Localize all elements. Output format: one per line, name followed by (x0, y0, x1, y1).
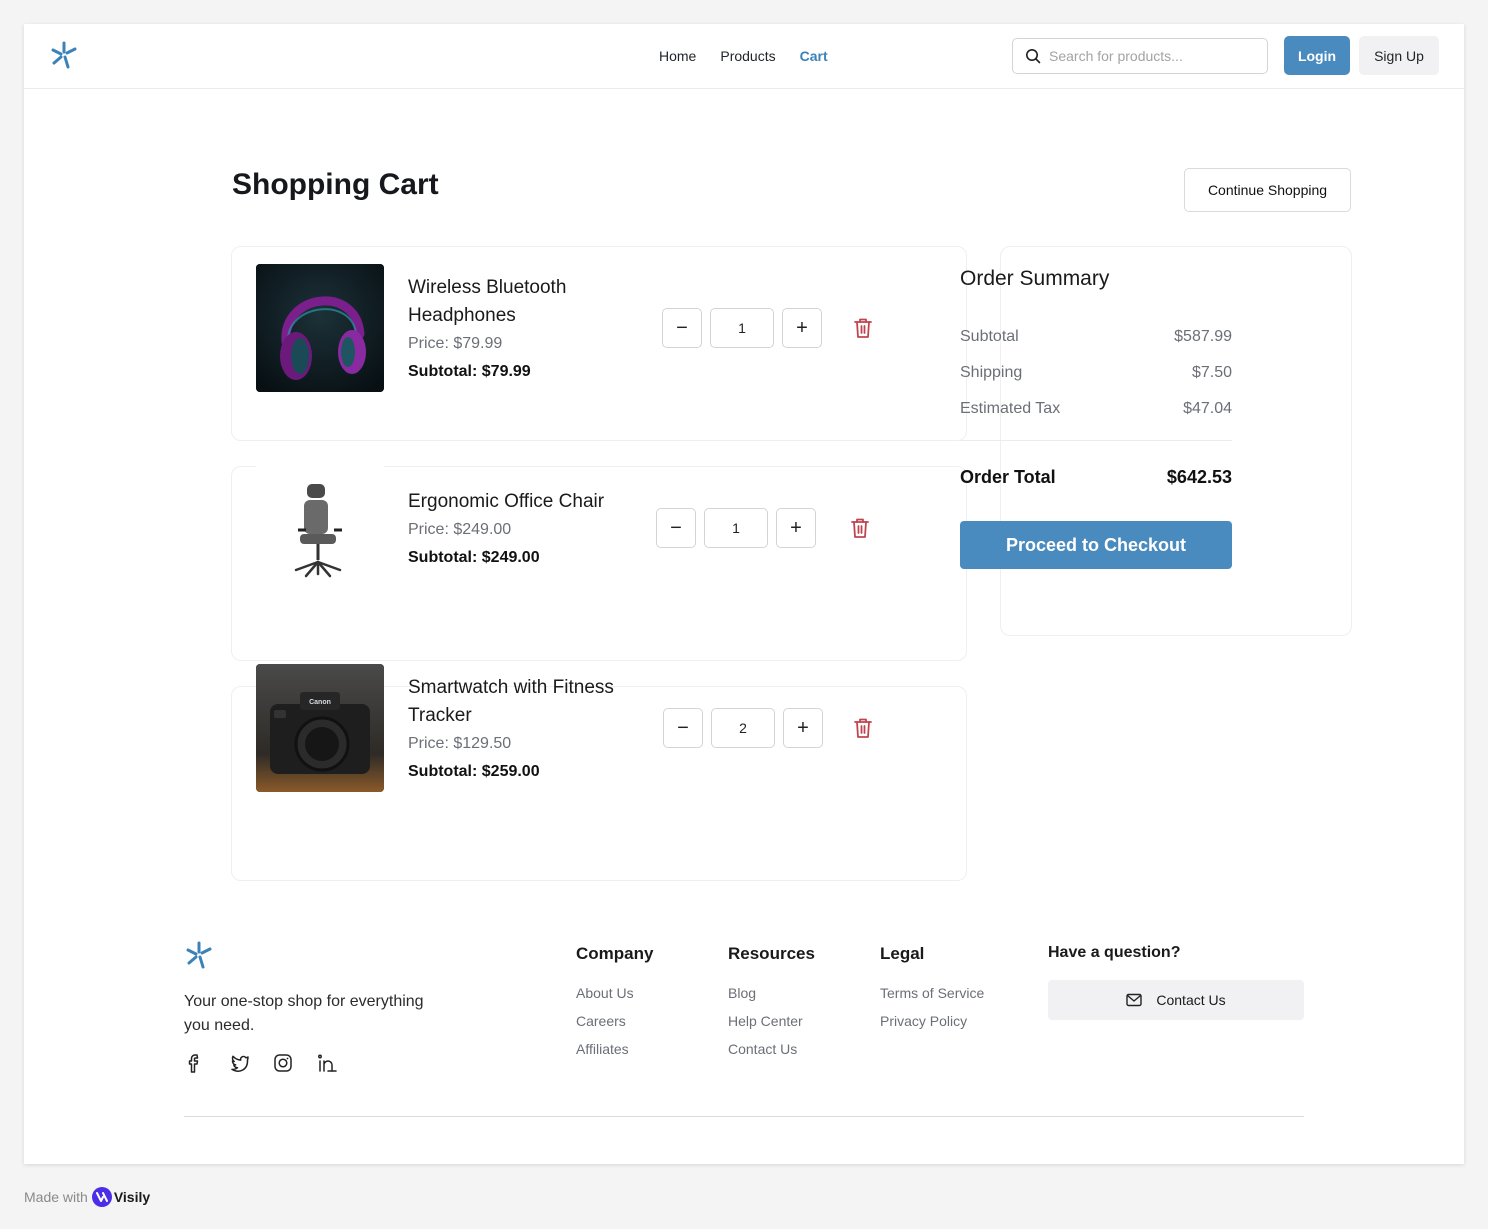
camera-photo: Canon (256, 664, 384, 792)
office-chair-image (256, 464, 384, 592)
increment-button[interactable]: + (782, 308, 822, 348)
nav-cart[interactable]: Cart (800, 48, 828, 64)
footer-divider (184, 1116, 1304, 1117)
page-title: Shopping Cart (232, 168, 439, 201)
office-chair-photo (256, 464, 384, 592)
footer-link-careers[interactable]: Careers (576, 1007, 653, 1035)
quantity-field[interactable]: 2 (711, 708, 775, 748)
svg-text:Canon: Canon (309, 699, 331, 706)
summary-label: Subtotal (960, 328, 1019, 345)
item-details: Wireless Bluetooth Headphones Price: $79… (408, 274, 648, 386)
quantity-stepper: − 1 + (662, 308, 822, 348)
item-name-continued[interactable]: Headphones (408, 302, 648, 330)
increment-button[interactable]: + (783, 708, 823, 748)
order-total-value: $642.53 (1166, 467, 1232, 487)
made-with-label: Made with (24, 1189, 88, 1205)
summary-label: Estimated Tax (960, 400, 1061, 417)
quantity-stepper: − 1 + (656, 508, 816, 548)
item-name[interactable]: Ergonomic Office Chair (408, 488, 648, 516)
increment-button[interactable]: + (776, 508, 816, 548)
signup-button[interactable]: Sign Up (1359, 36, 1439, 75)
summary-row-shipping: Shipping $7.50 (960, 364, 1232, 382)
item-subtotal: Subtotal: $79.99 (408, 363, 531, 380)
search-input[interactable] (1049, 48, 1259, 64)
footer-link-blog[interactable]: Blog (728, 979, 815, 1007)
linkedin-icon[interactable] (316, 1052, 338, 1074)
item-price: Price: $79.99 (408, 335, 503, 352)
camera-image: Canon (256, 664, 384, 792)
nav-home[interactable]: Home (659, 48, 696, 64)
visily-brand-label: Visily (113, 1189, 151, 1205)
footer-column-title: Company (576, 944, 654, 963)
item-price: Price: $249.00 (408, 521, 512, 538)
footer-link-help-center[interactable]: Help Center (728, 1007, 815, 1035)
decrement-button[interactable]: − (663, 708, 703, 748)
footer-link-terms[interactable]: Terms of Service (880, 979, 984, 1007)
quantity-field[interactable]: 1 (704, 508, 768, 548)
item-name-continued[interactable]: Tracker (408, 702, 648, 730)
contact-us-label: Contact Us (1156, 992, 1226, 1008)
brand-logo-icon[interactable] (50, 40, 78, 70)
trash-icon[interactable] (850, 517, 870, 539)
item-subtotal: Subtotal: $249.00 (408, 549, 540, 566)
top-navbar: Home Products Cart Login Sign Up (24, 24, 1464, 89)
nav-products[interactable]: Products (720, 48, 775, 64)
order-summary-card (1000, 246, 1352, 636)
item-price: Price: $129.50 (408, 735, 512, 752)
headphones-image (256, 264, 384, 392)
social-links (184, 1052, 338, 1074)
decrement-button[interactable]: − (656, 508, 696, 548)
item-details: Ergonomic Office Chair Price: $249.00 Su… (408, 488, 648, 572)
twitter-icon[interactable] (228, 1052, 250, 1074)
summary-row-tax: Estimated Tax $47.04 (960, 400, 1232, 418)
footer-tagline: Your one-stop shop for everything you ne… (184, 993, 424, 1034)
order-summary-title: Order Summary (960, 267, 1110, 290)
footer-link-contact-us[interactable]: Contact Us (728, 1035, 815, 1063)
summary-value: $47.04 (1183, 400, 1232, 417)
search-icon (1026, 49, 1041, 64)
item-name[interactable]: Wireless Bluetooth (408, 274, 648, 302)
question-heading: Have a question? (1048, 944, 1181, 961)
quantity-field[interactable]: 1 (710, 308, 774, 348)
order-total-row: Order Total $642.53 (960, 467, 1232, 488)
footer-column-title: Resources (728, 944, 815, 963)
main-nav: Home Products Cart (659, 48, 828, 64)
decrement-button[interactable]: − (662, 308, 702, 348)
trash-icon[interactable] (853, 717, 873, 739)
quantity-stepper: − 2 + (663, 708, 823, 748)
footer-logo-icon[interactable] (185, 940, 213, 970)
order-total-label: Order Total (960, 467, 1056, 487)
made-with-badge[interactable]: Made with Visily (24, 1187, 150, 1207)
headphones-photo (256, 264, 384, 392)
summary-row-subtotal: Subtotal $587.99 (960, 328, 1232, 346)
visily-logo-icon (91, 1187, 112, 1207)
summary-label: Shipping (960, 364, 1023, 381)
footer-column-legal: Legal Terms of Service Privacy Policy (880, 944, 984, 1035)
proceed-to-checkout-button[interactable]: Proceed to Checkout (960, 521, 1232, 569)
footer-link-about-us[interactable]: About Us (576, 979, 653, 1007)
contact-us-button[interactable]: Contact Us (1048, 980, 1304, 1020)
trash-icon[interactable] (853, 317, 873, 339)
facebook-icon[interactable] (184, 1052, 206, 1074)
login-button[interactable]: Login (1284, 36, 1350, 75)
footer-link-affiliates[interactable]: Affiliates (576, 1035, 653, 1063)
footer-column-title: Legal (880, 944, 925, 963)
item-details: Smartwatch with Fitness Tracker Price: $… (408, 674, 648, 786)
footer-column-resources: Resources Blog Help Center Contact Us (728, 944, 815, 1063)
visily-brand: Visily (91, 1187, 151, 1207)
search-box (1012, 38, 1268, 74)
app-frame: Home Products Cart Login Sign Up Shoppin… (24, 24, 1464, 1164)
instagram-icon[interactable] (272, 1052, 294, 1074)
mail-icon (1126, 993, 1143, 1007)
item-subtotal: Subtotal: $259.00 (408, 763, 540, 780)
continue-shopping-button[interactable]: Continue Shopping (1184, 168, 1351, 212)
item-name[interactable]: Smartwatch with Fitness (408, 674, 648, 702)
summary-value: $587.99 (1174, 328, 1232, 345)
summary-divider (960, 440, 1232, 441)
footer-column-company: Company About Us Careers Affiliates (576, 944, 653, 1063)
summary-value: $7.50 (1191, 364, 1232, 381)
footer-link-privacy[interactable]: Privacy Policy (880, 1007, 984, 1035)
